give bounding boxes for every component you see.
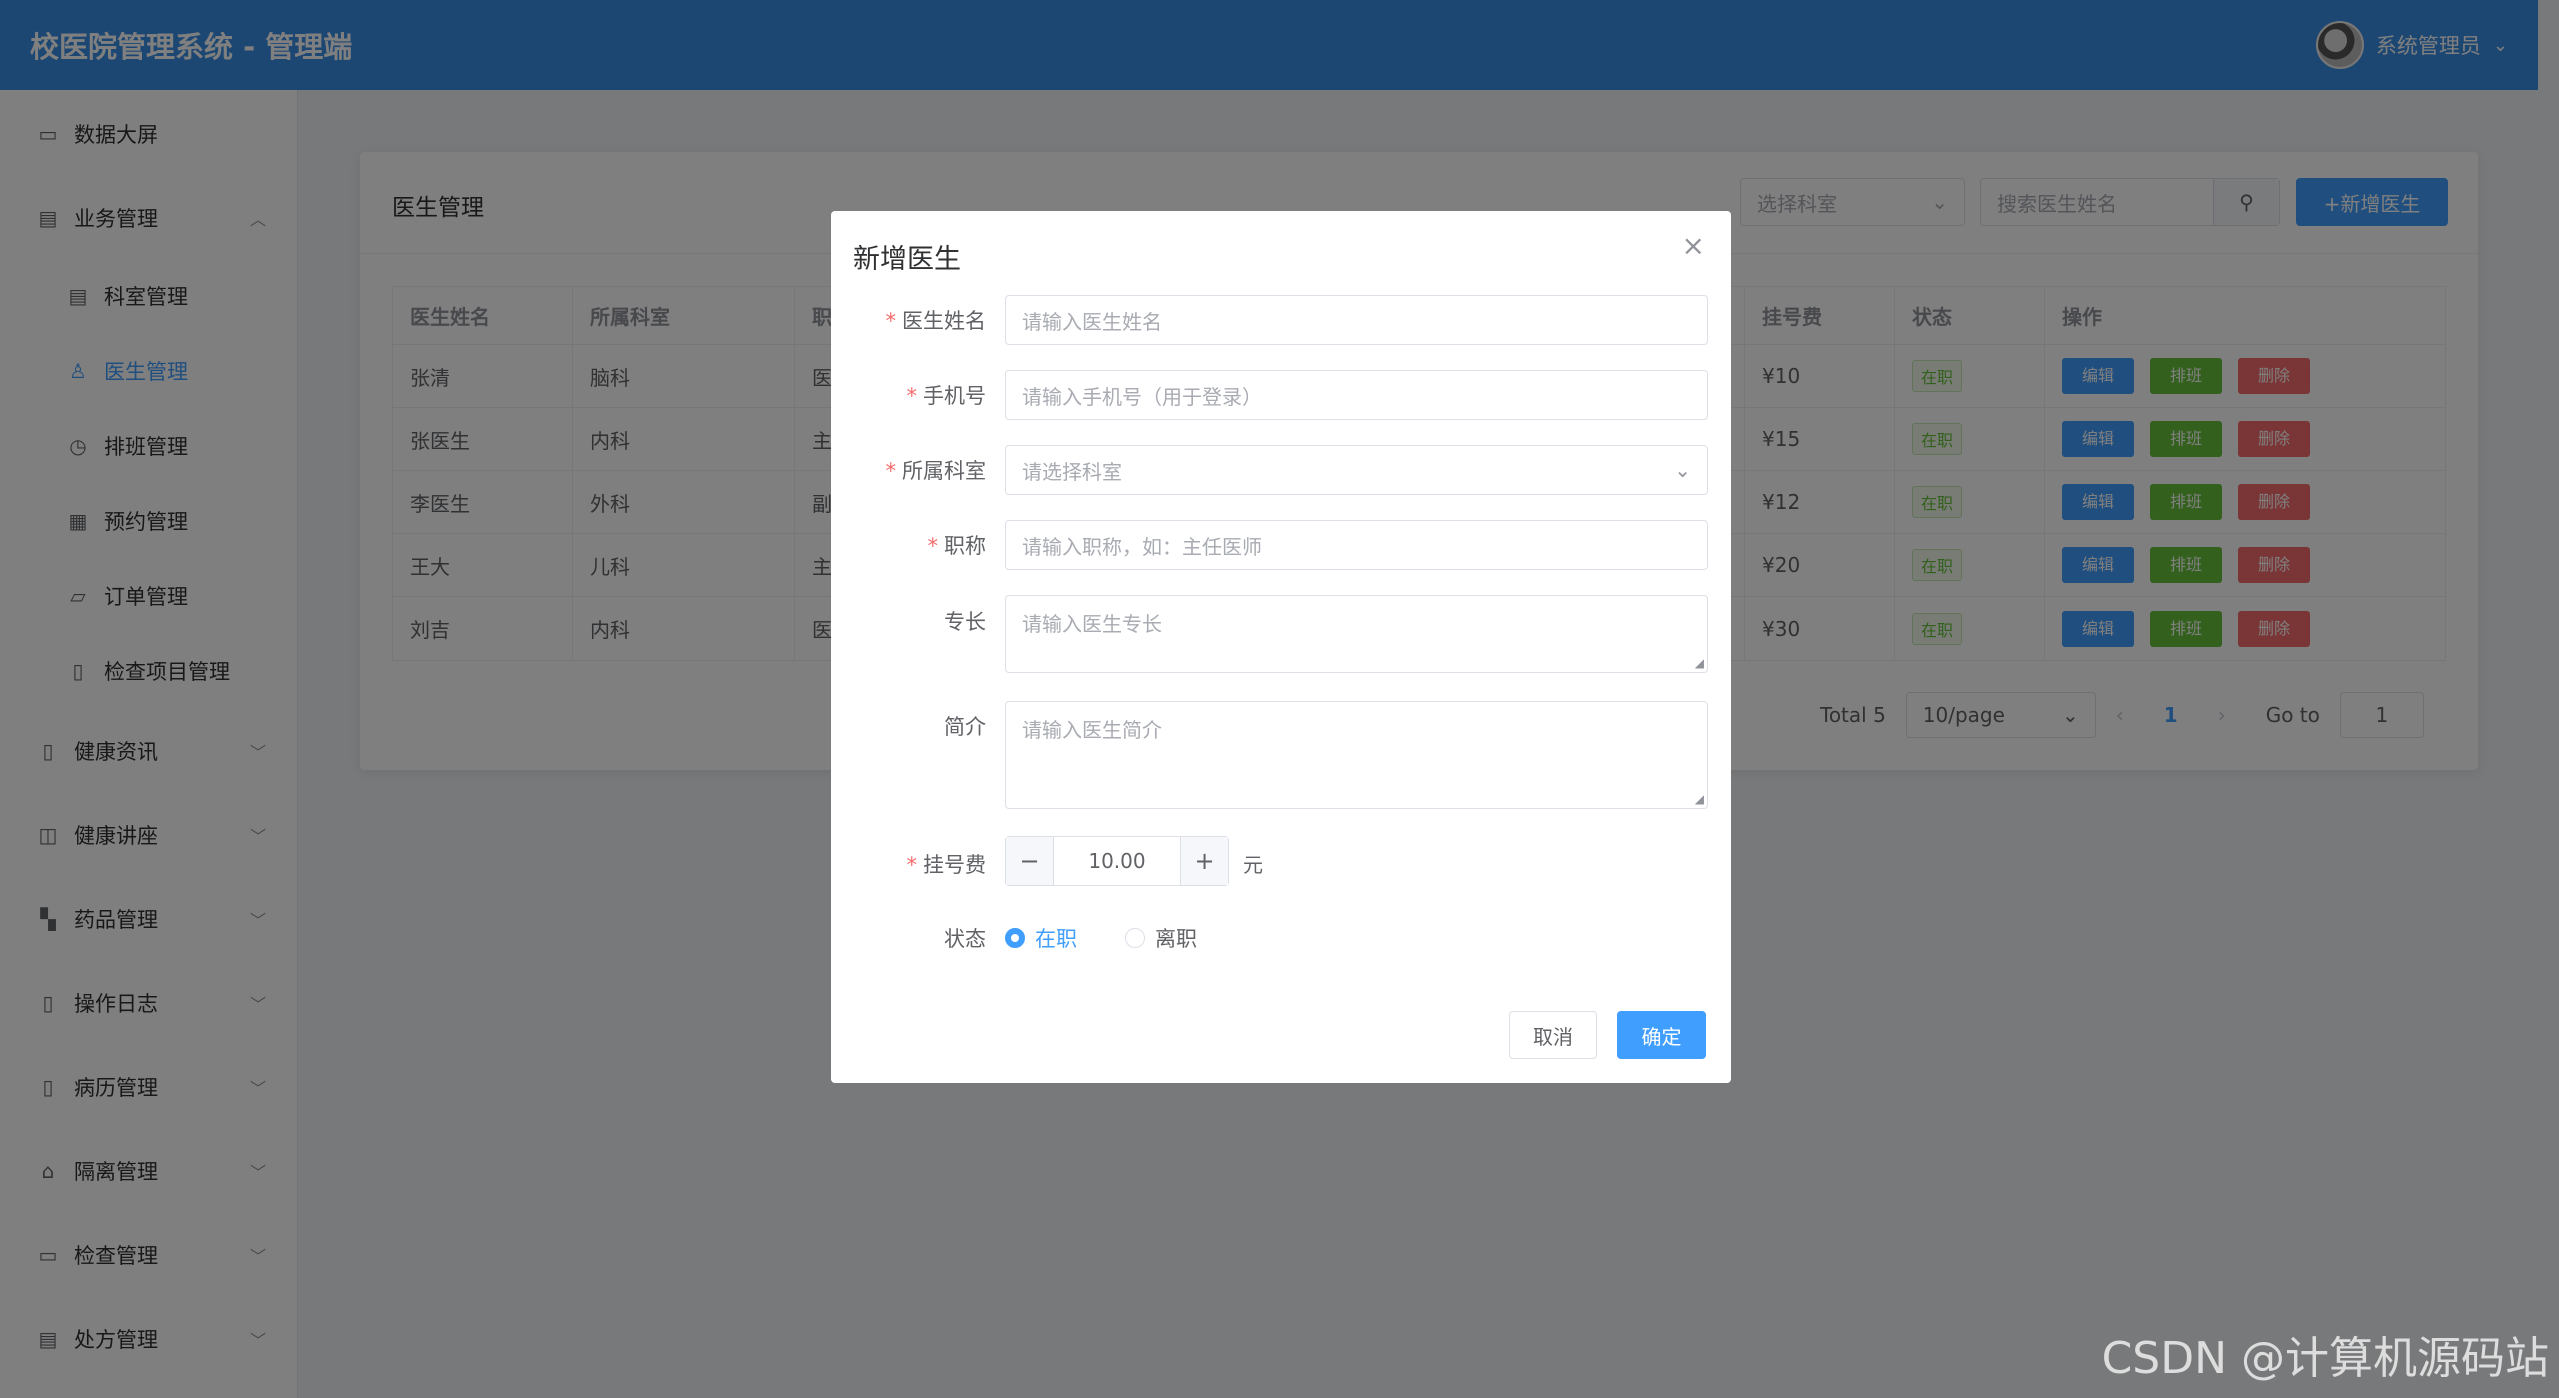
intro-textarea[interactable]: 请输入医生简介 ◢ (1005, 701, 1708, 809)
name-label: * 医生姓名 (885, 309, 987, 333)
chevron-down-icon: ⌄ (1674, 458, 1691, 482)
status-radio-active[interactable]: 在职 (1005, 923, 1077, 953)
plus-icon[interactable]: + (1180, 837, 1228, 885)
radio-checked-icon (1005, 928, 1025, 948)
watermark: CSDN @计算机源码站 (2101, 1333, 2549, 1384)
close-icon[interactable]: × (1682, 229, 1705, 262)
specialty-placeholder: 请输入医生专长 (1022, 612, 1162, 636)
dept-label: * 所属科室 (885, 459, 987, 483)
specialty-label: 专长 (944, 610, 986, 634)
confirm-button[interactable]: 确定 (1617, 1011, 1706, 1059)
status-radio-left[interactable]: 离职 (1125, 923, 1197, 953)
fee-label: * 挂号费 (906, 853, 987, 877)
department-select-placeholder: 请选择科室 (1022, 459, 1122, 484)
resize-handle-icon[interactable]: ◢ (1695, 656, 1704, 670)
resize-handle-icon[interactable]: ◢ (1695, 792, 1704, 806)
fee-value[interactable]: 10.00 (1054, 837, 1180, 885)
minus-icon[interactable]: − (1006, 837, 1054, 885)
fee-stepper: − 10.00 + (1005, 836, 1229, 886)
job-title-input[interactable]: 请输入职称，如：主任医师 (1005, 520, 1708, 570)
doctor-name-input[interactable]: 请输入医生姓名 (1005, 295, 1708, 345)
cancel-button[interactable]: 取消 (1509, 1011, 1597, 1059)
radio-unchecked-icon (1125, 928, 1145, 948)
intro-label: 简介 (944, 715, 986, 739)
status-label: 状态 (944, 927, 986, 951)
add-doctor-dialog: 新增医生 × * 医生姓名 请输入医生姓名 * 手机号 请输入手机号（用于登录） *… (831, 211, 1731, 1083)
specialty-textarea[interactable]: 请输入医生专长 ◢ (1005, 595, 1708, 673)
phone-input[interactable]: 请输入手机号（用于登录） (1005, 370, 1708, 420)
intro-placeholder: 请输入医生简介 (1022, 718, 1162, 742)
title-label: * 职称 (927, 534, 987, 558)
dialog-title: 新增医生 (853, 244, 961, 275)
fee-unit: 元 (1243, 853, 1263, 877)
department-select[interactable]: 请选择科室 ⌄ (1005, 445, 1708, 495)
phone-label: * 手机号 (906, 384, 987, 408)
radio-label: 离职 (1155, 927, 1197, 951)
radio-label: 在职 (1035, 927, 1077, 951)
